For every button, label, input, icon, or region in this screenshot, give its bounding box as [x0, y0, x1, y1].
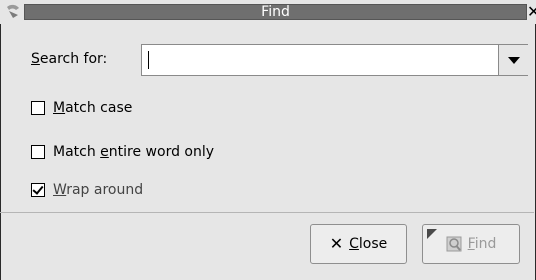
find-button-label: Find — [467, 236, 497, 252]
search-label-text: earch for: — [39, 51, 108, 67]
dropdown-arrow-icon — [508, 57, 520, 64]
text-cursor — [148, 51, 149, 69]
close-icon[interactable]: ✕ — [527, 3, 536, 21]
find-button[interactable]: Find — [422, 224, 520, 264]
match-entire-word-checkbox[interactable] — [31, 145, 45, 159]
search-history-dropdown-button[interactable] — [498, 45, 528, 75]
search-combo[interactable] — [141, 44, 528, 76]
match-case-label: Match case — [53, 100, 133, 116]
find-icon — [446, 236, 462, 252]
button-area-separator — [0, 212, 534, 213]
search-label: Search for: — [31, 48, 107, 70]
window-title: Find — [261, 4, 290, 20]
match-entire-word-label: Match entire word only — [53, 144, 215, 160]
close-button-label: Close — [349, 236, 388, 252]
close-icon: ✕ — [329, 234, 344, 253]
app-icon[interactable] — [4, 3, 22, 21]
search-label-mnemonic: S — [31, 51, 40, 67]
wrap-around-checkbox[interactable] — [31, 183, 45, 197]
search-input[interactable] — [142, 45, 497, 75]
wrap-around-label: Wrap around — [53, 182, 144, 198]
match-case-checkbox[interactable] — [31, 101, 45, 115]
close-button[interactable]: ✕ Close — [310, 224, 407, 264]
title-bar[interactable]: Find ✕ — [0, 0, 536, 24]
